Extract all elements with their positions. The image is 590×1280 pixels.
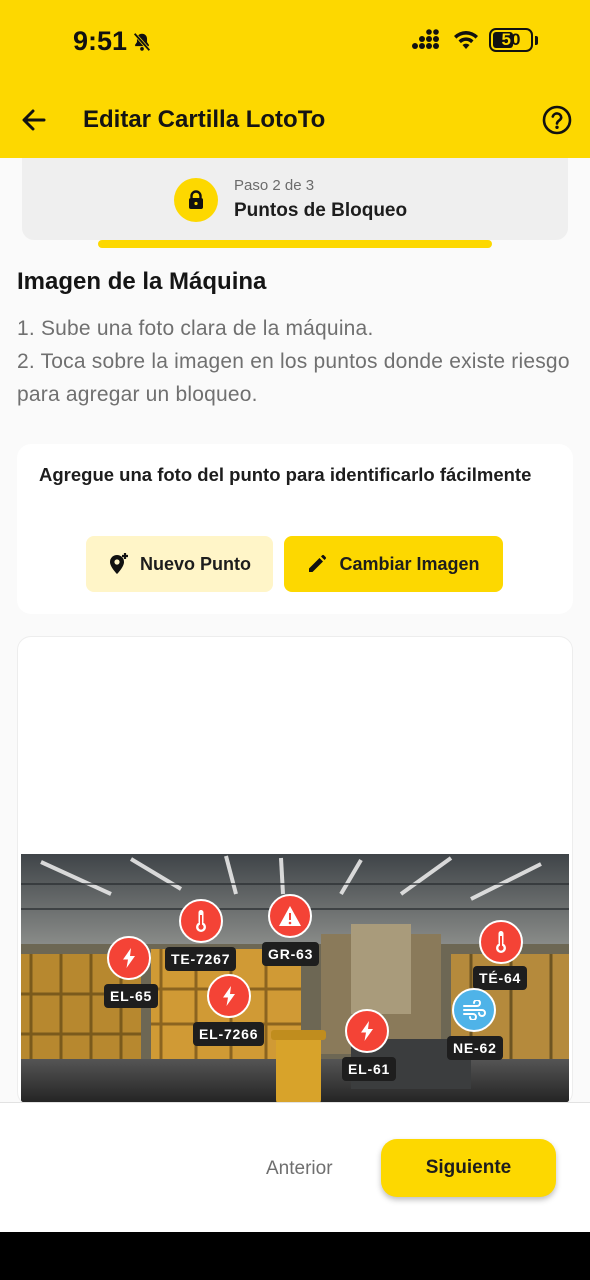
instructions: 1. Sube una foto clara de la máquina. 2.…	[17, 312, 577, 411]
section-title: Imagen de la Máquina	[17, 268, 267, 295]
back-button[interactable]	[18, 104, 50, 136]
pin-label: GR-63	[262, 942, 320, 966]
bolt-icon	[107, 936, 151, 980]
bell-slash-icon	[133, 32, 151, 51]
arrow-left-icon	[22, 109, 46, 131]
instruction-step-2: 2. Toca sobre la imagen en los puntos do…	[17, 350, 570, 406]
wifi-icon	[454, 31, 478, 49]
battery-level: 50	[501, 30, 521, 49]
photo-point-hint: Agregue una foto del punto para identifi…	[39, 464, 532, 485]
battery-icon: 50	[489, 28, 533, 52]
next-button-label: Siguiente	[425, 1157, 512, 1178]
previous-button[interactable]: Anterior	[266, 1158, 333, 1180]
system-navigation-bar	[0, 1232, 590, 1280]
new-point-label: Nuevo Punto	[140, 553, 251, 574]
page-title: Editar Cartilla LotoTo	[83, 106, 326, 133]
step-title: Puntos de Bloqueo	[234, 200, 408, 221]
pin-label: EL-65	[104, 984, 159, 1008]
pencil-icon	[309, 554, 327, 572]
step-indicator: Paso 2 de 3 Puntos de Bloqueo	[22, 158, 568, 240]
add-location-icon	[110, 553, 128, 574]
new-point-button[interactable]: Nuevo Punto	[86, 536, 273, 592]
bolt-icon	[345, 1009, 389, 1053]
status-time: 9:51	[73, 26, 153, 57]
lock-icon	[174, 178, 218, 222]
step-subtitle: Paso 2 de 3	[234, 177, 315, 194]
next-button[interactable]: Siguiente	[381, 1139, 556, 1197]
app-header: 9:51 50 Editar Cartilla LotoTo	[0, 0, 590, 158]
thermometer-icon	[479, 920, 523, 964]
machine-image-card: EL-65 TE-7267 GR-63 EL-7266 EL-61 TÉ-64 …	[17, 636, 573, 1106]
pin-label: EL-61	[342, 1057, 397, 1081]
pin-label: EL-7266	[193, 1022, 265, 1046]
wind-icon	[452, 988, 496, 1032]
change-image-label: Cambiar Imagen	[339, 553, 480, 574]
bolt-icon	[207, 974, 251, 1018]
help-circle-icon	[542, 105, 572, 135]
pin-label: TE-7267	[165, 947, 237, 971]
status-time-text: 9:51	[73, 26, 128, 56]
warning-triangle-icon	[268, 894, 312, 938]
status-icons: 50	[411, 28, 538, 52]
change-image-button[interactable]: Cambiar Imagen	[284, 536, 503, 592]
thermometer-icon	[179, 899, 223, 943]
help-button[interactable]	[541, 104, 573, 136]
bottom-action-bar: Anterior Siguiente	[0, 1102, 590, 1232]
cellular-signal-icon	[412, 29, 439, 49]
pin-label: NE-62	[447, 1036, 503, 1060]
step-progress-bar	[98, 240, 492, 248]
instruction-step-1: 1. Sube una foto clara de la máquina.	[17, 317, 374, 340]
photo-point-card: Agregue una foto del punto para identifi…	[17, 444, 573, 614]
machine-photo[interactable]: EL-65 TE-7267 GR-63 EL-7266 EL-61 TÉ-64 …	[21, 854, 569, 1104]
pin-label: TÉ-64	[473, 966, 528, 990]
